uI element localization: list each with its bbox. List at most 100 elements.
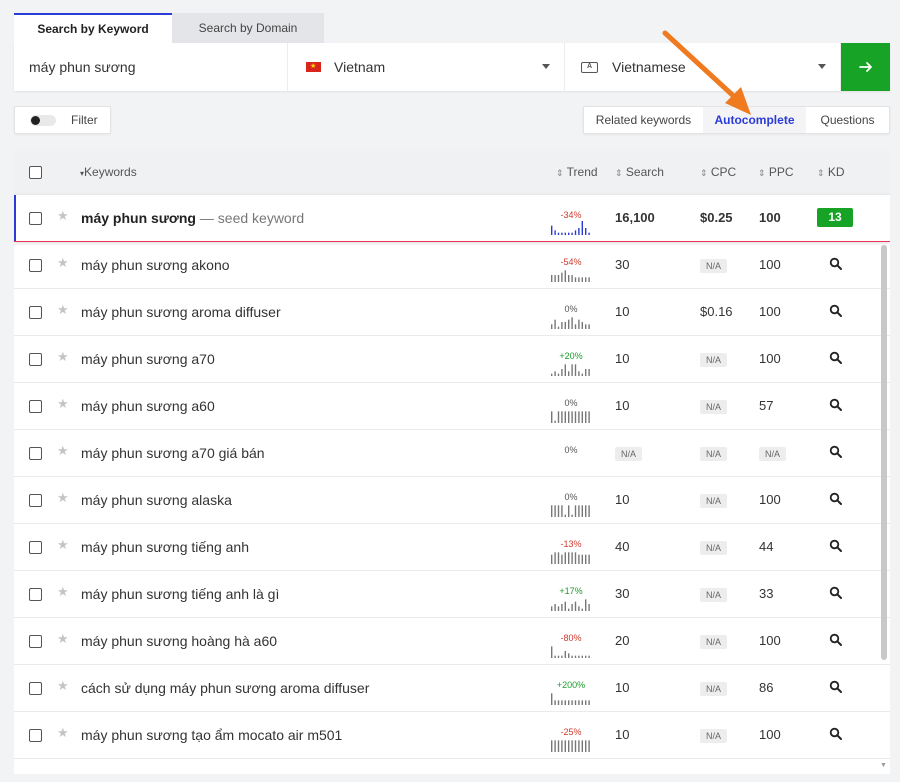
trend-percent: +17% (559, 586, 583, 596)
search-submit-button[interactable] (841, 43, 890, 91)
trend-bar (568, 608, 570, 611)
row-checkbox[interactable] (29, 447, 42, 460)
header-trend[interactable]: ⇕ Trend (556, 165, 598, 179)
trend-bar (588, 554, 590, 564)
keyword-text[interactable]: máy phun sương aroma diffuser (81, 304, 281, 320)
search-mode-tabs: Search by Keyword Search by Domain (14, 13, 324, 43)
star-icon[interactable]: ★ (57, 584, 69, 600)
trend-bar (578, 740, 580, 752)
seed-keyword[interactable]: máy phun sương — seed keyword (81, 210, 304, 226)
trend-bar (551, 225, 553, 235)
keyword-search-input[interactable] (14, 43, 288, 91)
keyword-text[interactable]: máy phun sương hoàng hà a60 (81, 633, 277, 649)
star-icon[interactable]: ★ (57, 396, 69, 412)
search-icon[interactable] (829, 445, 843, 459)
tab-autocomplete[interactable]: Autocomplete (703, 107, 806, 133)
search-icon[interactable] (829, 727, 843, 741)
row-checkbox[interactable] (29, 729, 42, 742)
table-row[interactable]: ★ máy phun sương hoàng hà a60 -80% 20 N/A 100 (14, 618, 890, 665)
star-icon[interactable]: ★ (57, 443, 69, 459)
keyword-text[interactable]: máy phun sương akono (81, 257, 230, 273)
row-checkbox[interactable] (29, 682, 42, 695)
tab-related-keywords[interactable]: Related keywords (584, 107, 703, 133)
search-icon[interactable] (829, 398, 843, 412)
row-checkbox[interactable] (29, 541, 42, 554)
trend-bar (574, 601, 577, 611)
row-checkbox[interactable] (29, 353, 42, 366)
search-icon[interactable] (829, 257, 843, 271)
trend-percent: 0% (564, 445, 578, 455)
row-checkbox[interactable] (29, 635, 42, 648)
trend-bar (574, 740, 577, 752)
star-icon[interactable]: ★ (57, 725, 69, 741)
row-checkbox[interactable] (29, 259, 42, 272)
table-row[interactable]: ★ máy phun sương tiếng anh -13% 40 N/A 44 (14, 524, 890, 571)
keyword-text[interactable]: máy phun sương a60 (81, 398, 215, 414)
trend-percent: 0% (564, 304, 578, 314)
search-icon[interactable] (829, 492, 843, 506)
chevron-down-icon (818, 64, 826, 69)
header-search[interactable]: ⇕ Search (615, 165, 664, 179)
country-select[interactable]: Vietnam (288, 43, 565, 91)
row-checkbox[interactable] (29, 306, 42, 319)
keyword-text[interactable]: máy phun sương alaska (81, 492, 232, 508)
star-icon[interactable]: ★ (57, 678, 69, 694)
search-icon[interactable] (829, 539, 843, 553)
scroll-down-arrow-icon[interactable]: ▼ (880, 762, 887, 769)
header-keywords[interactable]: ▾Keywords (80, 165, 137, 179)
star-icon[interactable]: ★ (57, 349, 69, 365)
row-checkbox[interactable] (29, 212, 42, 225)
trend-bar (561, 272, 563, 282)
cpc-value: N/A (700, 259, 728, 273)
keyword-text[interactable]: máy phun sương a70 giá bán (81, 445, 265, 461)
trend-bar (578, 277, 580, 282)
keyword-text[interactable]: máy phun sương tiếng anh (81, 539, 249, 555)
row-checkbox[interactable] (29, 400, 42, 413)
trend-bar (571, 411, 573, 423)
table-row[interactable]: ★ máy phun sương a70 giá bán 0% N/A N/A N/A (14, 430, 890, 477)
trend-bar (568, 275, 570, 282)
table-row[interactable]: ★ máy phun sương tạo ẩm mocato air m501 -2… (14, 712, 890, 759)
table-row[interactable]: ★ máy phun sương a70 +20% 10 N/A 100 (14, 336, 890, 383)
tab-search-by-domain[interactable]: Search by Domain (172, 13, 324, 43)
header-kd[interactable]: ⇕ KD (817, 165, 845, 179)
table-row[interactable]: ★ máy phun sương tiếng anh là gì +17% 30 N/A… (14, 571, 890, 618)
star-icon[interactable]: ★ (57, 631, 69, 647)
row-checkbox[interactable] (29, 588, 42, 601)
table-row[interactable]: ★ máy phun sương alaska 0% 10 N/A 100 (14, 477, 890, 524)
filter-toggle-switch[interactable] (30, 114, 56, 126)
trend-bar (585, 599, 587, 611)
seed-keyword-row[interactable]: ★ máy phun sương — seed keyword -34% 16,… (14, 195, 890, 242)
search-icon[interactable] (829, 351, 843, 365)
tab-search-by-keyword[interactable]: Search by Keyword (14, 13, 172, 43)
search-icon[interactable] (829, 304, 843, 318)
header-cpc[interactable]: ⇕ CPC (700, 165, 736, 179)
table-row[interactable]: ★ máy phun sương akono -54% 30 N/A 100 (14, 242, 890, 289)
header-ppc[interactable]: ⇕ PPC (758, 165, 794, 179)
tab-questions[interactable]: Questions (806, 107, 889, 133)
keyword-text[interactable]: máy phun sương tiếng anh là gì (81, 586, 279, 602)
trend-bar (588, 505, 590, 517)
filter-toggle-button[interactable]: Filter (14, 106, 111, 134)
keyword-text[interactable]: cách sử dụng máy phun sương aroma diffus… (81, 680, 369, 696)
star-icon[interactable]: ★ (57, 490, 69, 506)
language-select[interactable]: A Vietnamese (565, 43, 841, 91)
table-row[interactable]: ★ cách sử dụng máy phun sương aroma diffu… (14, 665, 890, 712)
select-all-checkbox[interactable] (29, 166, 42, 179)
search-icon[interactable] (829, 680, 843, 694)
star-icon[interactable]: ★ (57, 208, 69, 224)
search-icon[interactable] (829, 586, 843, 600)
table-row[interactable]: ★ máy phun sương aroma diffuser 0% 10 $0.16 1… (14, 289, 890, 336)
trend-bar (568, 411, 570, 423)
translate-icon: A (581, 61, 598, 73)
search-icon[interactable] (829, 633, 843, 647)
keyword-text[interactable]: máy phun sương tạo ẩm mocato air m501 (81, 727, 342, 743)
trend-bar (574, 505, 577, 517)
star-icon[interactable]: ★ (57, 537, 69, 553)
scrollbar[interactable] (881, 245, 887, 660)
table-row[interactable]: ★ máy phun sương a60 0% 10 N/A 57 (14, 383, 890, 430)
star-icon[interactable]: ★ (57, 302, 69, 318)
row-checkbox[interactable] (29, 494, 42, 507)
star-icon[interactable]: ★ (57, 255, 69, 271)
keyword-text[interactable]: máy phun sương a70 (81, 351, 215, 367)
